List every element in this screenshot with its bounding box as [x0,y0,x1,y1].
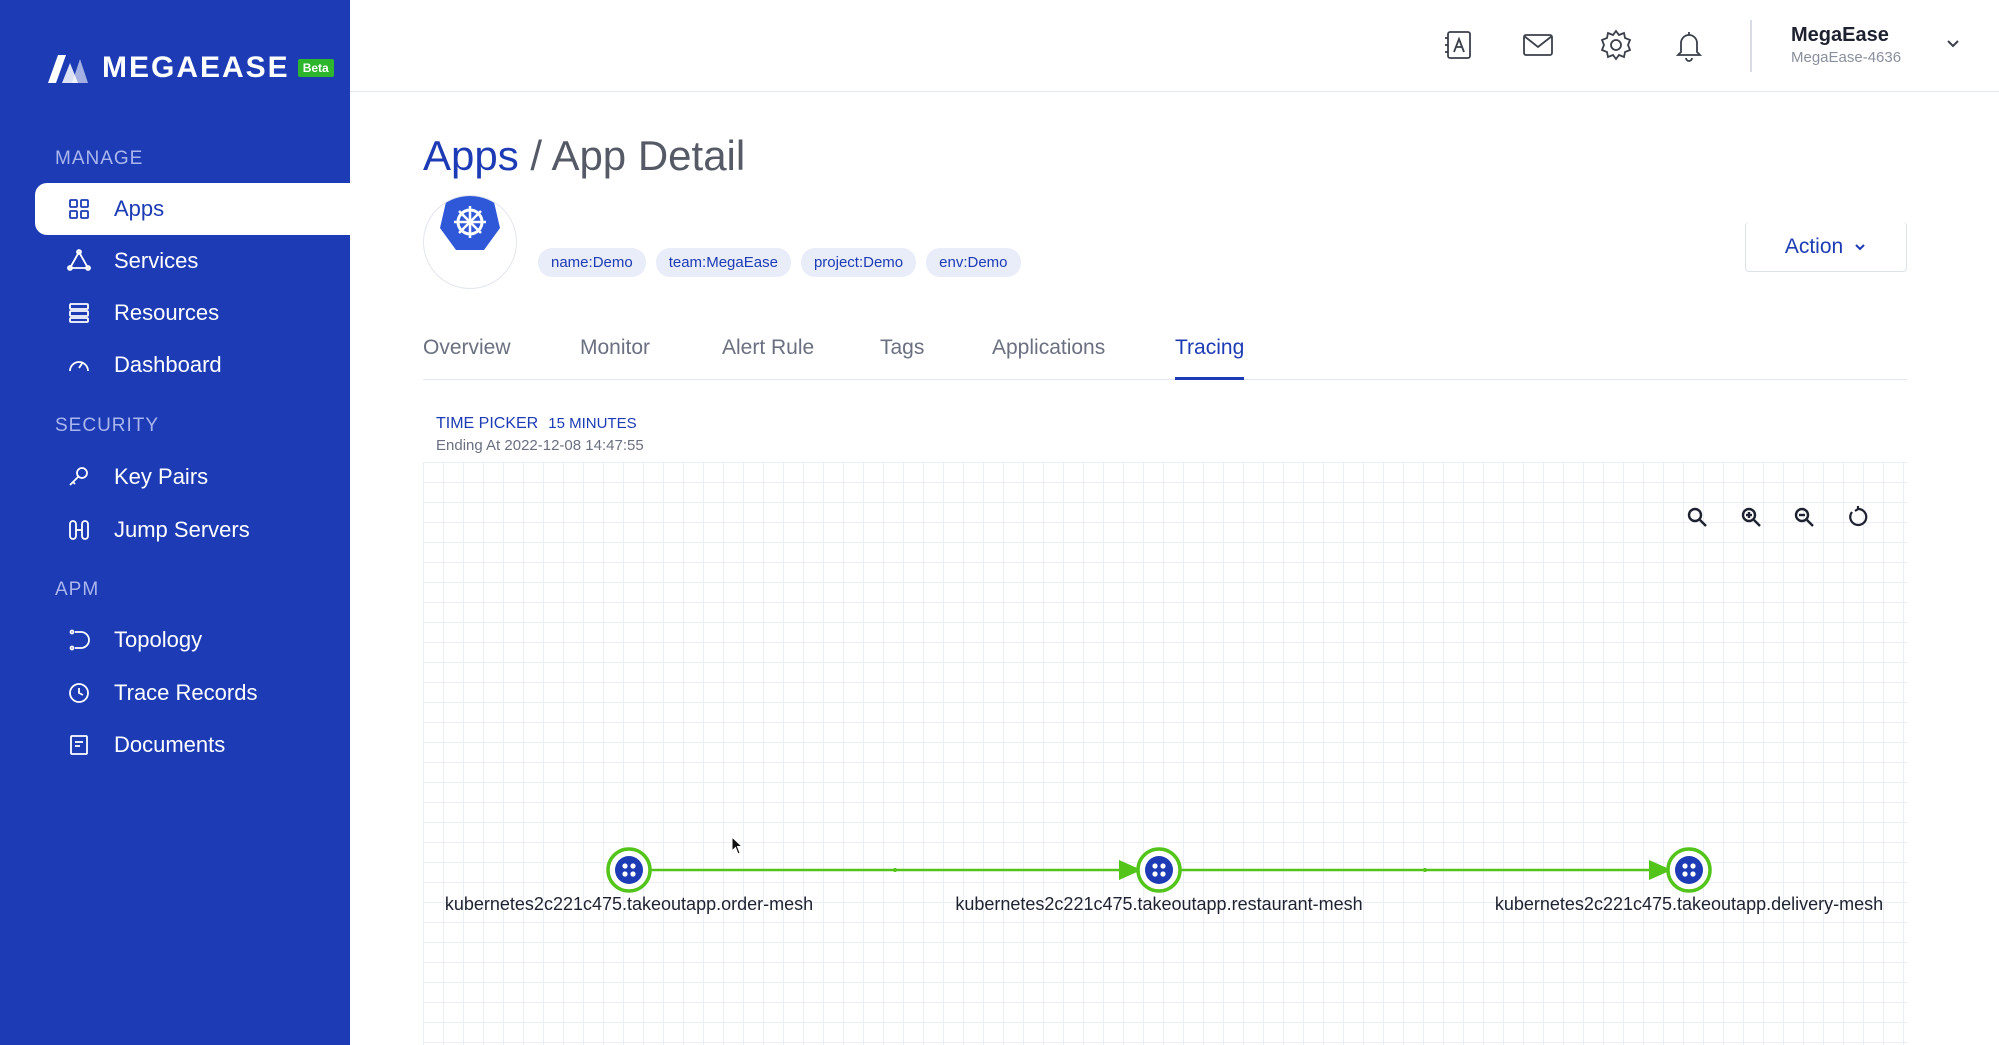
sidebar-item-label: Key Pairs [114,464,209,489]
sidebar-item-label: Dashboard [114,352,222,377]
beta-badge: Beta [297,59,334,77]
page-title: App Detail [551,132,746,179]
sidebar-item-label: Jump Servers [114,517,250,542]
tag-badge: team:MegaEase [655,248,791,277]
sidebar-item-label: Trace Records [114,680,258,705]
edge-midpoint-marker [1423,868,1427,872]
brand-name: MEGAEASE [102,51,290,84]
section-security: SECURITY [55,415,160,436]
breadcrumb-apps-link[interactable]: Apps [423,132,519,179]
app-avatar [423,195,517,289]
tag-badge: project:Demo [800,248,917,277]
top-bar: MegaEase MegaEase-4636 [350,0,1999,92]
sidebar-item-apps[interactable]: Apps [35,183,350,235]
sidebar-item-trace-records[interactable]: Trace Records [35,667,350,719]
trace-node-label: kubernetes2c221c475.takeoutapp.delivery-… [1494,894,1884,914]
mail-icon [1523,34,1553,56]
sidebar-item-label: Documents [114,732,226,757]
sidebar-item-dashboard[interactable]: Dashboard [35,339,350,391]
chevron-down-icon [1855,243,1865,250]
dashboard-icon [69,361,89,372]
trace-node-label: kubernetes2c221c475.takeoutapp.restauran… [955,894,1363,914]
tab-monitor[interactable]: Monitor [580,336,650,380]
tab-tags[interactable]: Tags [880,336,924,380]
sidebar-item-key-pairs[interactable]: Key Pairs [35,451,350,503]
sidebar-item-label: Topology [114,627,203,652]
time-picker-value: 15 MINUTES [548,415,637,432]
gear-icon [1600,29,1632,61]
jump-server-icon [69,520,89,540]
resources-icon [69,303,89,323]
sidebar-item-resources[interactable]: Resources [35,287,350,339]
app-root: MEGAEASE Beta MANAGE Apps Services Resou… [0,0,1999,1045]
megaease-logo-icon [48,55,88,83]
trace-node-label: kubernetes2c221c475.takeoutapp.order-mes… [444,894,814,914]
tracing-graph-canvas[interactable]: kubernetes2c221c475.takeoutapp.order-mes… [423,462,1907,1045]
tab-tracing[interactable]: Tracing [1175,336,1245,380]
key-icon [69,467,88,486]
tab-applications[interactable]: Applications [992,336,1105,380]
settings-button[interactable] [1597,26,1635,64]
breadcrumb-separator: / [518,132,552,179]
services-icon [67,249,91,271]
sidebar-item-label: Services [114,248,199,273]
chevron-down-icon[interactable] [1944,34,1962,52]
notifications-button[interactable] [1670,26,1708,64]
sidebar-item-label: Resources [114,300,220,325]
user-name[interactable]: MegaEase [1791,24,1889,47]
brand-logo[interactable]: MEGAEASE Beta [48,48,334,88]
trace-node[interactable] [606,847,652,893]
action-label: Action [1784,234,1844,258]
breadcrumb: Apps / App Detail [423,132,745,180]
kubernetes-icon [440,196,500,250]
action-dropdown-button[interactable]: Action [1745,222,1907,272]
topology-icon [69,629,90,651]
ending-at-text: Ending At 2022-12-08 14:47:55 [436,437,644,454]
sidebar-item-topology[interactable]: Topology [35,614,350,666]
edge-midpoint-marker [893,868,897,872]
clock-icon [69,683,89,703]
grid-icon [69,199,89,219]
sidebar: MEGAEASE Beta MANAGE Apps Services Resou… [0,0,350,1045]
tag-badge: name:Demo [538,248,646,277]
section-manage: MANAGE [55,148,144,169]
time-picker-label: TIME PICKER [436,415,539,432]
document-icon [70,735,88,755]
mouse-cursor-icon [731,836,744,855]
trace-node[interactable] [1136,847,1182,893]
app-tags: name:Demo team:MegaEase project:Demo env… [538,248,1021,277]
time-picker[interactable]: TIME PICKER 15 MINUTES [436,415,637,433]
topbar-divider [1750,20,1752,72]
sidebar-item-services[interactable]: Services [35,235,350,287]
sidebar-item-label: Apps [114,196,165,221]
trace-graph-svg [606,847,1712,893]
tag-badge: env:Demo [926,248,1021,277]
sidebar-item-jump-servers[interactable]: Jump Servers [35,504,350,556]
contacts-button[interactable] [1440,26,1478,64]
sidebar-item-documents[interactable]: Documents [35,719,350,771]
trace-node[interactable] [1666,847,1712,893]
contact-card-icon [1445,31,1471,59]
detail-tabs: Overview Monitor Alert Rule Tags Applica… [423,330,1907,380]
messages-button[interactable] [1519,26,1557,64]
tab-overview[interactable]: Overview [423,336,511,380]
tab-alert-rule[interactable]: Alert Rule [722,336,814,380]
section-apm: APM [55,579,100,600]
bell-icon [1675,32,1703,62]
user-org: MegaEase-4636 [1791,49,1902,66]
